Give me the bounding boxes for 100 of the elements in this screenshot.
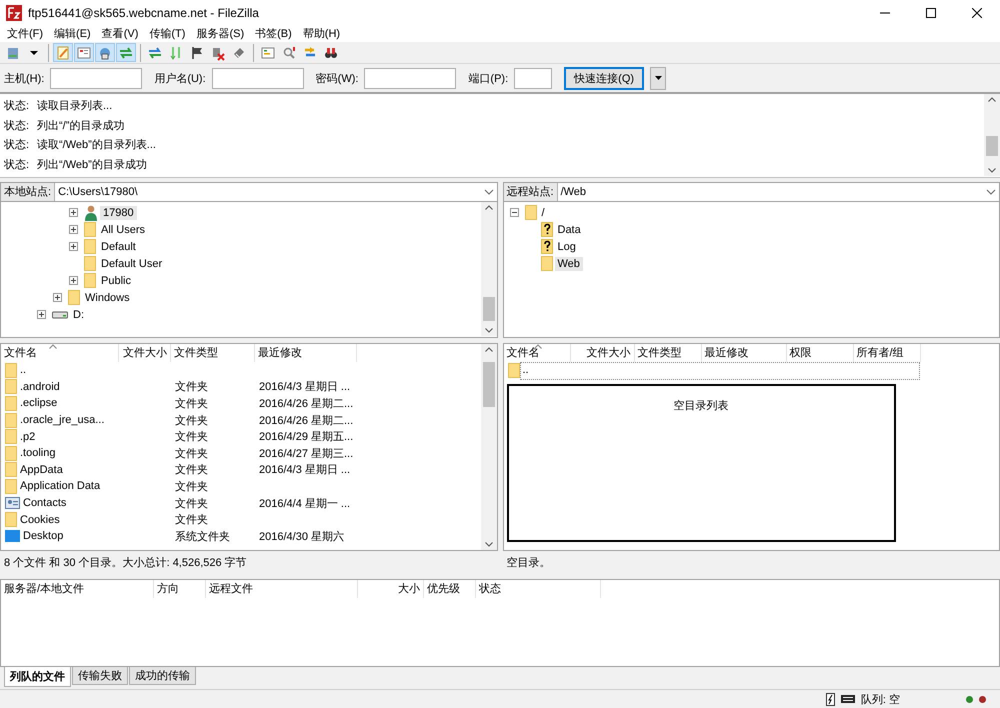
table-cell: .. [20, 364, 26, 376]
input-field[interactable] [364, 68, 456, 88]
tree-item[interactable]: Log [554, 240, 579, 254]
tree-item[interactable]: Default [98, 240, 139, 254]
column-header[interactable]: 服务器/本地文件 [1, 580, 154, 598]
table-cell-text: 文件夹 [175, 512, 208, 528]
plus-icon [54, 294, 61, 301]
tab[interactable]: 列队的文件 [4, 667, 71, 687]
log-icon [55, 44, 71, 60]
expander-toggle[interactable] [37, 310, 46, 319]
column-header[interactable]: 最近修改 [255, 344, 357, 362]
scroll-up-icon[interactable] [988, 97, 996, 102]
table-cell-text: 2016/4/26 星期二... [259, 414, 354, 428]
table-cell: Cookies [20, 514, 60, 526]
scroll-up-icon[interactable] [484, 205, 492, 210]
tree-scrollbar[interactable] [480, 202, 496, 336]
menu-item[interactable]: 帮助(H) [298, 26, 346, 42]
table-cell-text: 文件夹 [175, 496, 208, 511]
field-label: 用户名(U): [154, 72, 206, 86]
filter-icon [260, 44, 276, 60]
tree-item[interactable]: All Users [98, 222, 148, 236]
quickconnect-dropdown-button[interactable] [650, 66, 666, 90]
tree-item[interactable]: D: [70, 308, 87, 322]
expander-toggle[interactable] [69, 276, 78, 285]
expander-toggle[interactable] [69, 208, 78, 217]
input-field[interactable] [212, 68, 304, 88]
tree-item[interactable]: Public [98, 274, 134, 288]
scroll-down-icon[interactable] [988, 168, 996, 173]
expander-toggle[interactable] [69, 225, 78, 234]
field-label: 端口(P): [468, 72, 508, 86]
column-header[interactable]: 大小 [358, 580, 424, 598]
quickconnect-button[interactable]: 快速连接(Q) [564, 66, 644, 90]
column-header[interactable]: 权限 [786, 344, 854, 362]
column-header[interactable]: 方向 [154, 580, 206, 598]
tab[interactable]: 成功的传输 [129, 667, 196, 685]
expander-toggle[interactable] [510, 208, 518, 217]
tab[interactable]: 传输失败 [72, 667, 128, 685]
table-cell-text: 2016/4/26 星期二... [259, 396, 354, 411]
tree-item[interactable]: Data [554, 222, 584, 236]
column-header[interactable]: 文件名 [1, 344, 119, 362]
column-header[interactable]: 远程文件 [206, 580, 358, 598]
tree-item[interactable]: Default User [98, 256, 166, 270]
field-label: 主机(H): [4, 72, 44, 86]
scroll-up-icon[interactable] [484, 347, 492, 352]
table-cell: Desktop [23, 530, 64, 542]
folder-icon [84, 256, 96, 271]
list-scrollbar[interactable] [480, 344, 496, 550]
search-icon [281, 44, 297, 60]
table-cell-text: 文件夹 [175, 462, 208, 478]
menu-item[interactable]: 书签(B) [250, 26, 297, 42]
table-cell-text: 2016/4/3 星期日 ... [259, 380, 350, 394]
desktop-icon [5, 530, 20, 542]
status-text: 8 个文件 和 30 个目录。大小总计: 4,526,526 字节 [4, 556, 247, 570]
scrollbar-thumb[interactable] [482, 362, 494, 407]
plus-icon [70, 226, 77, 233]
log-label: 状态: [4, 158, 30, 172]
table-cell-text: 文件夹 [175, 430, 208, 444]
column-header[interactable]: 文件类型 [171, 344, 255, 362]
menu-item[interactable]: 文件(F) [2, 26, 48, 42]
scroll-down-icon[interactable] [484, 542, 492, 547]
menu-item[interactable]: 服务器(S) [191, 26, 250, 42]
scrollbar-thumb[interactable] [986, 136, 998, 156]
table-cell-text: 2016/4/29 星期五... [259, 430, 354, 444]
scroll-down-icon[interactable] [484, 328, 492, 333]
column-header[interactable]: 最近修改 [702, 344, 786, 362]
table-cell: .. [522, 364, 529, 376]
expander-toggle[interactable] [69, 242, 78, 251]
column-header[interactable]: 文件名 [504, 344, 570, 362]
column-header[interactable]: 所有者/组 [854, 344, 920, 362]
folder-icon [5, 478, 17, 494]
log-message: 列出“/Web”的目录成功 [37, 158, 147, 172]
tree-item[interactable]: / [538, 206, 548, 220]
column-header[interactable]: 文件类型 [634, 344, 702, 362]
folder-icon [5, 512, 17, 528]
minus-icon [510, 209, 518, 216]
tree-item[interactable]: Web [554, 256, 583, 270]
log-scrollbar[interactable] [984, 94, 1000, 176]
column-header[interactable]: 文件大小 [570, 344, 634, 362]
expander-toggle[interactable] [53, 293, 62, 302]
table-cell: AppData [20, 464, 63, 476]
input-field[interactable] [514, 68, 552, 88]
scrollbar-thumb[interactable] [482, 297, 494, 321]
menu-item[interactable]: 查看(V) [96, 26, 144, 42]
caret-icon [654, 76, 662, 80]
table-cell-text: 文件夹 [175, 446, 208, 461]
input-field[interactable] [50, 68, 142, 88]
column-header[interactable]: 文件大小 [119, 344, 171, 362]
folder-icon [84, 222, 96, 237]
column-header[interactable]: 优先级 [424, 580, 476, 598]
column-header[interactable]: 状态 [476, 580, 601, 598]
folder-icon [540, 256, 552, 271]
window-title: ftp516441@sk565.webcname.net - FileZilla [28, 6, 260, 20]
menu-item[interactable]: 编辑(E) [49, 26, 96, 42]
table-cell-text: 文件夹 [175, 380, 208, 394]
tree-item[interactable]: Windows [82, 290, 133, 304]
question-folder-icon [540, 222, 552, 237]
menu-item[interactable]: 传输(T) [144, 26, 190, 42]
tree-item[interactable]: 17980 [100, 206, 137, 220]
folder-icon [508, 362, 520, 378]
log-message: 列出“/”的目录成功 [37, 118, 124, 133]
